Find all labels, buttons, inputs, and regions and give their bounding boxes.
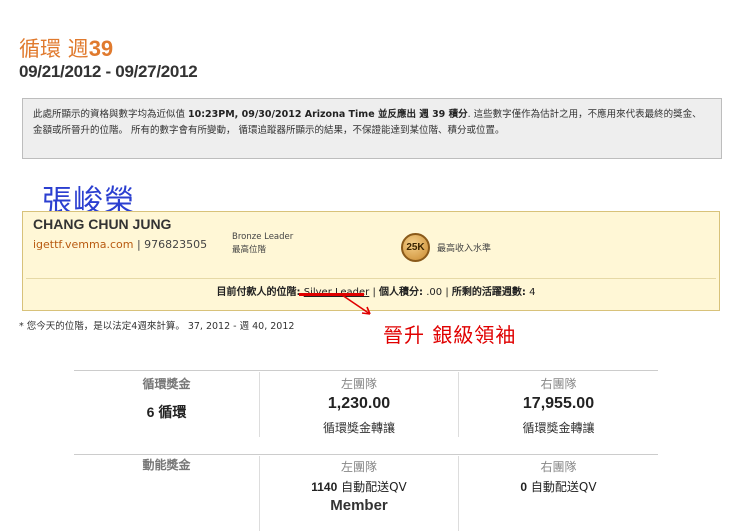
date-range: 09/21/2012 - 09/27/2012 bbox=[19, 62, 198, 81]
cycle-left-value: 1,230.00 bbox=[327, 395, 391, 412]
notice-text: 此處所顯示的資格與數字均為近似值 bbox=[33, 109, 189, 120]
cycle-bonus-title: 循環獎金 bbox=[142, 377, 191, 391]
cycle-number: 39 bbox=[88, 36, 114, 61]
promotion-annotation: 晉升 銀級領袖 bbox=[383, 323, 517, 347]
cycle-right-value: 17,955.00 bbox=[522, 395, 595, 412]
cycle-right-sub: 循環獎金轉讓 bbox=[522, 421, 595, 435]
momentum-right-header: 右團隊 bbox=[540, 460, 577, 474]
notice-week: 週 39 積分 bbox=[419, 109, 468, 120]
separator: | bbox=[136, 238, 141, 251]
paid-rank-label: 目前付款人的位階: bbox=[216, 287, 301, 298]
member-website-link[interactable]: igettf.vemma.com bbox=[33, 238, 133, 251]
cycle-right-header: 右團隊 bbox=[540, 377, 577, 391]
member-label: Member bbox=[330, 497, 388, 514]
red-arrow-icon bbox=[341, 294, 371, 315]
active-weeks-value: 4 bbox=[529, 287, 536, 298]
section-top-border bbox=[74, 370, 658, 371]
momentum-left-value: 1140 自動配送QV bbox=[260, 478, 458, 495]
section-border bbox=[74, 454, 658, 455]
momentum-right-value: 0 自動配送QV bbox=[459, 478, 658, 495]
cycle-left-header: 左團隊 bbox=[340, 377, 377, 391]
cycle-label: 循環 週 bbox=[19, 37, 89, 61]
personal-points-label: 個人積分: bbox=[379, 287, 424, 298]
rank-calc-note: * 您今天的位階，是以法定4週來計算。 37, 2012 - 週 40, 201… bbox=[19, 321, 295, 332]
estimate-notice: 此處所顯示的資格與數字均為近似值 10:23PM, 09/30/2012 Ari… bbox=[22, 98, 722, 159]
personal-points-value: .00 bbox=[426, 287, 443, 298]
income-level-label: 最高收入水準 bbox=[437, 244, 492, 254]
notice-text-2: 並反應出 bbox=[374, 109, 420, 120]
highest-rank-label: 最高位階 bbox=[232, 245, 267, 255]
momentum-bonus-title: 動能獎金 bbox=[142, 458, 191, 472]
cycle-count: 6 循環 bbox=[146, 404, 187, 420]
member-id: 976823505 bbox=[144, 238, 208, 251]
cycle-title: 循環 週39 bbox=[19, 33, 113, 63]
notice-time: 10:23PM, 09/30/2012 Arizona Time bbox=[188, 109, 375, 120]
highest-rank-value: Bronze Leader bbox=[232, 232, 294, 242]
income-badge-icon: 25K bbox=[401, 233, 430, 262]
momentum-left-header: 左團隊 bbox=[340, 460, 377, 474]
momentum-left-text: 自動配送QV bbox=[337, 480, 407, 494]
momentum-right-text: 自動配送QV bbox=[527, 480, 597, 494]
momentum-left-count: 1140 bbox=[311, 480, 338, 494]
member-contact: igettf.vemma.com | 976823505 bbox=[33, 238, 207, 251]
highest-rank: Bronze Leader 最高位階 bbox=[232, 231, 293, 257]
member-name: CHANG CHUN JUNG bbox=[33, 216, 172, 232]
divider bbox=[26, 278, 716, 279]
cycle-left-sub: 循環獎金轉讓 bbox=[322, 421, 395, 435]
active-weeks-label: 所剩的活躍週數: bbox=[451, 287, 526, 298]
separator: | bbox=[445, 287, 449, 298]
